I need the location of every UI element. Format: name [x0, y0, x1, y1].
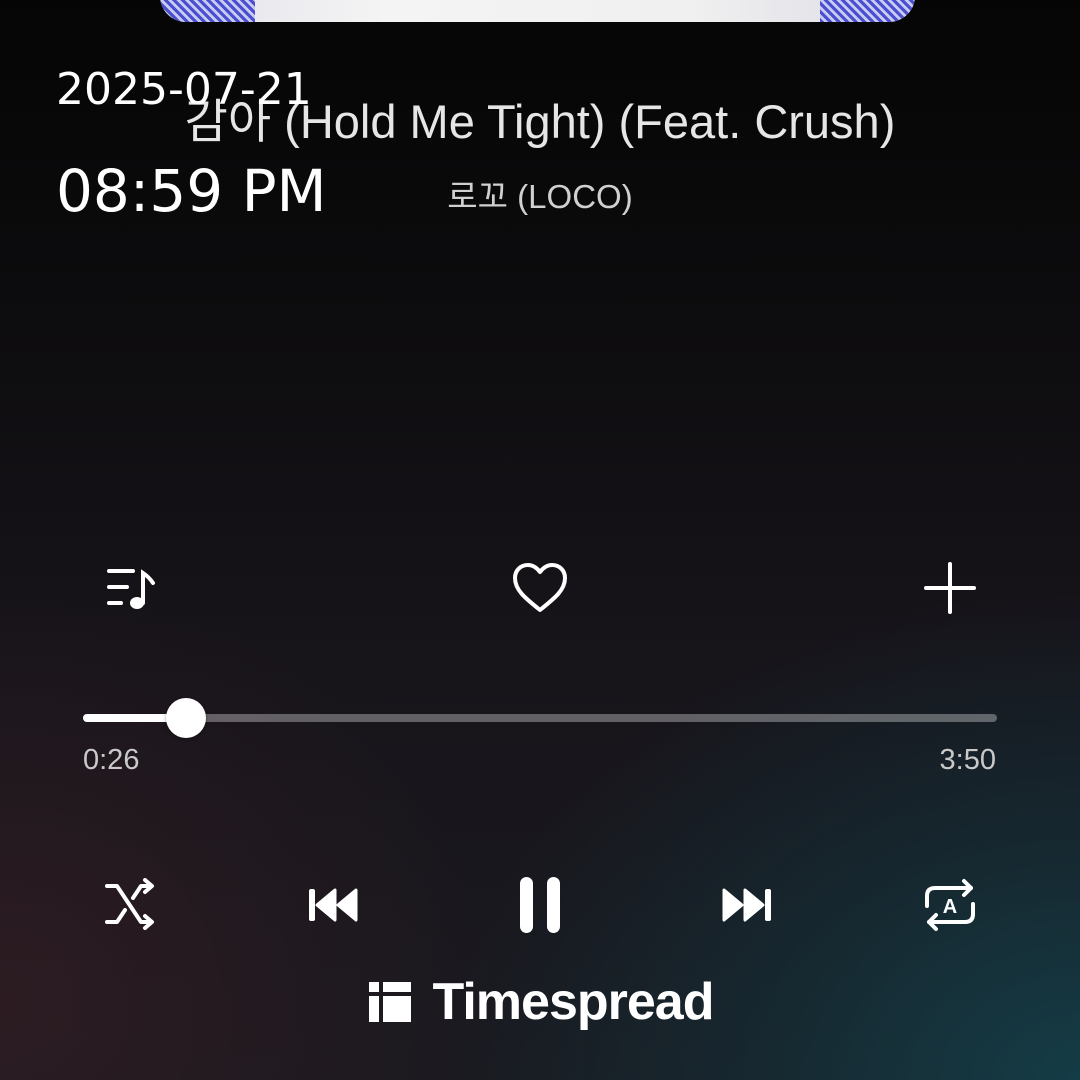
- next-button[interactable]: [714, 880, 780, 930]
- elapsed-time: 0:26: [83, 744, 140, 776]
- seek-thumb[interactable]: [166, 698, 207, 738]
- playlist-music-icon: [107, 569, 155, 609]
- skip-previous-icon: [309, 888, 358, 922]
- playlist-button[interactable]: [100, 560, 160, 616]
- shuffle-icon: [105, 878, 154, 930]
- pause-icon: [520, 877, 560, 933]
- seek-track: [83, 714, 997, 722]
- watermark-brand: Timespread: [432, 973, 715, 1031]
- repeat-a-icon: A: [925, 879, 975, 931]
- overlay-time: 08:59 PM: [56, 157, 327, 225]
- pause-button[interactable]: [508, 870, 572, 940]
- timespread-logo-icon: [368, 982, 411, 1022]
- previous-button[interactable]: [300, 880, 366, 930]
- plus-icon: [924, 562, 976, 614]
- album-art-pattern-left: [160, 0, 255, 22]
- album-art-pattern-right: [820, 0, 915, 22]
- add-to-playlist-button[interactable]: [920, 558, 980, 618]
- heart-outline-icon: [513, 563, 567, 612]
- svg-text:A: A: [943, 896, 957, 918]
- seek-bar[interactable]: [83, 697, 997, 738]
- repeat-button[interactable]: A: [918, 876, 982, 934]
- overlay-date: 2025-07-21: [56, 64, 312, 115]
- like-button[interactable]: [508, 558, 572, 618]
- music-player-screen: 2025-07-21 08:59 PM 감아 (Hold Me Tight) (…: [0, 0, 1080, 1080]
- album-art[interactable]: [160, 0, 915, 22]
- skip-next-icon: [722, 888, 771, 922]
- shuffle-button[interactable]: [100, 876, 162, 934]
- watermark: Timespread: [0, 972, 1080, 1032]
- total-time: 3:50: [939, 744, 996, 776]
